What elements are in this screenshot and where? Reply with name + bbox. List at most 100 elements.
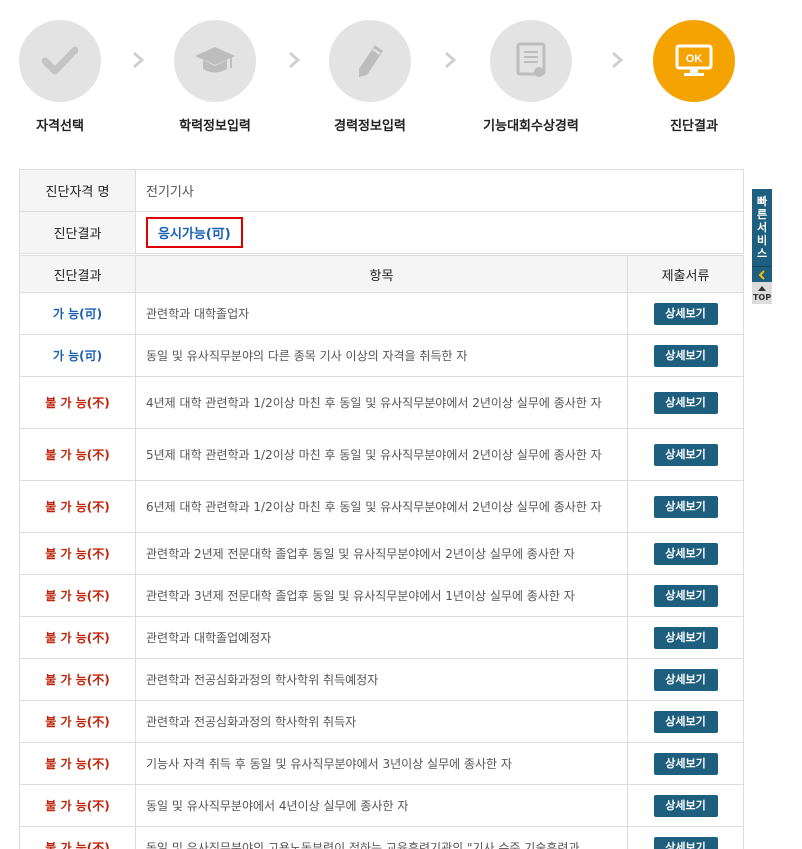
step-circle: [19, 20, 101, 102]
row-status: 불 가 능(不): [19, 480, 136, 533]
step-circle: [490, 20, 572, 102]
step-label: 진단결과: [670, 119, 718, 134]
row-status: 가 능(可): [19, 292, 136, 335]
chevron-left-icon: [758, 269, 765, 280]
table-row: 불 가 능(不) 기능사 자격 취득 후 동일 및 유사직무분야에서 3년이상 실…: [19, 742, 744, 785]
table-row: 불 가 능(不) 관련학과 전공심화과정의 학사학위 취득자 상세보기: [19, 700, 744, 743]
row-status: 불 가 능(不): [19, 784, 136, 827]
row-documents: 상세보기: [627, 742, 744, 785]
row-item: 6년제 대학 관련학과 1/2이상 마친 후 동일 및 유사직무분야에서 2년이…: [135, 480, 628, 533]
table-row: 불 가 능(不) 관련학과 대학졸업예정자 상세보기: [19, 616, 744, 659]
qualification-value: 전기기사: [135, 169, 744, 212]
result-header: 진단결과: [19, 211, 136, 254]
step-label: 학력정보입력: [179, 119, 251, 134]
column-header-documents: 제출서류: [627, 255, 744, 293]
certificate-icon: [516, 42, 546, 77]
row-documents: 상세보기: [627, 616, 744, 659]
pencil-icon: [359, 45, 383, 77]
row-documents: 상세보기: [627, 480, 744, 533]
result-cell: 응시가능(可): [135, 211, 744, 254]
criteria-table: 진단결과 항목 제출서류 가 능(可) 관련학과 대학졸업자 상세보기 가 능(可) 동…: [19, 255, 744, 849]
table-row: 불 가 능(不) 5년제 대학 관련학과 1/2이상 마친 후 동일 및 유사직무…: [19, 428, 744, 481]
column-header-item: 항목: [135, 255, 628, 293]
chevron-right-icon: [289, 51, 301, 69]
arrow-up-icon: [758, 286, 766, 291]
step-education-info: 학력정보입력: [150, 20, 280, 134]
detail-button[interactable]: 상세보기: [653, 710, 718, 733]
detail-button[interactable]: 상세보기: [653, 443, 718, 466]
progress-steps: 자격선택 학력정보입력 경력정보입력 기능대회수상경력 OK 진단결과: [0, 0, 760, 150]
diagnosis-info-table: 진단자격 명 전기기사 진단결과 응시가능(可): [19, 169, 744, 254]
row-documents: 상세보기: [627, 428, 744, 481]
row-documents: 상세보기: [627, 376, 744, 429]
step-career-info: 경력정보입력: [305, 20, 435, 134]
row-status: 불 가 능(不): [19, 616, 136, 659]
quick-service-button[interactable]: 빠른서비스: [752, 189, 772, 266]
quick-service-label: 빠른서비스: [756, 195, 768, 260]
row-item: 4년제 대학 관련학과 1/2이상 마친 후 동일 및 유사직무분야에서 2년이…: [135, 376, 628, 429]
table-row: 불 가 능(不) 관련학과 3년제 전문대학 졸업후 동일 및 유사직무분야에서 …: [19, 574, 744, 617]
quick-service-panel: 빠른서비스 TOP: [752, 189, 772, 304]
row-status: 불 가 능(不): [19, 428, 136, 481]
step-label: 자격선택: [36, 119, 84, 134]
detail-button[interactable]: 상세보기: [653, 584, 718, 607]
row-status: 불 가 능(不): [19, 826, 136, 849]
row-status: 불 가 능(不): [19, 742, 136, 785]
detail-button[interactable]: 상세보기: [653, 391, 718, 414]
row-documents: 상세보기: [627, 658, 744, 701]
table-row: 불 가 능(不) 4년제 대학 관련학과 1/2이상 마친 후 동일 및 유사직무…: [19, 376, 744, 429]
detail-button[interactable]: 상세보기: [653, 542, 718, 565]
table-row: 불 가 능(不) 동일 및 유사직무분야에서 4년이상 실무에 종사한 자 상세보기: [19, 784, 744, 827]
row-documents: 상세보기: [627, 292, 744, 335]
step-select-qualification: 자격선택: [0, 20, 125, 134]
detail-button[interactable]: 상세보기: [653, 302, 718, 325]
table-row: 가 능(可) 관련학과 대학졸업자 상세보기: [19, 292, 744, 335]
row-documents: 상세보기: [627, 784, 744, 827]
chevron-right-icon: [612, 51, 624, 69]
detail-button[interactable]: 상세보기: [653, 668, 718, 691]
chevron-right-icon: [133, 51, 145, 69]
qualification-row: 진단자격 명 전기기사: [19, 169, 744, 212]
result-row: 진단결과 응시가능(可): [19, 211, 744, 254]
step-skills-competition: 기능대회수상경력: [466, 20, 596, 134]
graduation-cap-icon: [195, 47, 235, 73]
top-button[interactable]: TOP: [752, 282, 772, 304]
detail-button[interactable]: 상세보기: [653, 495, 718, 518]
check-icon: [42, 46, 78, 75]
ok-monitor-icon: OK: [675, 44, 713, 76]
top-label: TOP: [752, 293, 772, 302]
table-row: 가 능(可) 동일 및 유사직무분야의 다른 종목 기사 이상의 자격을 취득한 …: [19, 334, 744, 377]
result-value: 응시가능(可): [146, 217, 243, 248]
detail-button[interactable]: 상세보기: [653, 344, 718, 367]
step-label: 경력정보입력: [334, 119, 406, 134]
detail-button[interactable]: 상세보기: [653, 752, 718, 775]
step-diagnosis-result: OK 진단결과: [629, 20, 759, 134]
row-item: 관련학과 대학졸업자: [135, 292, 628, 335]
chevron-right-icon: [445, 51, 457, 69]
quick-service-toggle[interactable]: [752, 266, 772, 282]
row-item: 관련학과 전공심화과정의 학사학위 취득예정자: [135, 658, 628, 701]
row-documents: 상세보기: [627, 532, 744, 575]
detail-button[interactable]: 상세보기: [653, 626, 718, 649]
row-status: 불 가 능(不): [19, 532, 136, 575]
table-header-row: 진단결과 항목 제출서류: [19, 255, 744, 293]
row-item: 관련학과 2년제 전문대학 졸업후 동일 및 유사직무분야에서 2년이상 실무에…: [135, 532, 628, 575]
row-item: 5년제 대학 관련학과 1/2이상 마친 후 동일 및 유사직무분야에서 2년이…: [135, 428, 628, 481]
row-documents: 상세보기: [627, 334, 744, 377]
row-status: 불 가 능(不): [19, 700, 136, 743]
row-item: 관련학과 3년제 전문대학 졸업후 동일 및 유사직무분야에서 1년이상 실무에…: [135, 574, 628, 617]
table-row: 불 가 능(不) 6년제 대학 관련학과 1/2이상 마친 후 동일 및 유사직무…: [19, 480, 744, 533]
detail-button[interactable]: 상세보기: [653, 794, 718, 817]
row-documents: 상세보기: [627, 826, 744, 849]
row-status: 가 능(可): [19, 334, 136, 377]
column-header-result: 진단결과: [19, 255, 136, 293]
row-item: 관련학과 대학졸업예정자: [135, 616, 628, 659]
row-documents: 상세보기: [627, 700, 744, 743]
step-circle: [329, 20, 411, 102]
step-circle: [174, 20, 256, 102]
detail-button[interactable]: 상세보기: [653, 836, 718, 849]
row-status: 불 가 능(不): [19, 376, 136, 429]
row-item: 관련학과 전공심화과정의 학사학위 취득자: [135, 700, 628, 743]
row-documents: 상세보기: [627, 574, 744, 617]
row-item: 동일 및 유사직무분야의 다른 종목 기사 이상의 자격을 취득한 자: [135, 334, 628, 377]
